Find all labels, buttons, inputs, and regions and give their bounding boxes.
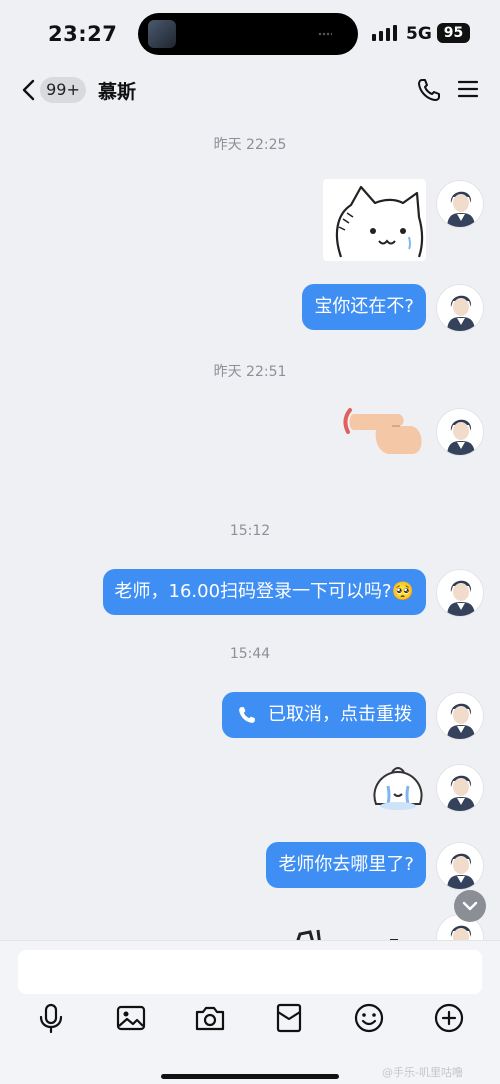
microphone-icon[interactable] — [34, 1001, 68, 1035]
timestamp: 昨天 22:51 — [213, 364, 287, 380]
unread-count-badge[interactable]: 99+ — [40, 77, 86, 103]
my-avatar[interactable] — [436, 569, 484, 617]
my-avatar[interactable] — [436, 764, 484, 812]
message-bubble[interactable]: 老师，16.00扫码登录一下可以吗?🥺 — [102, 569, 426, 615]
island-indicator — [318, 31, 332, 37]
network-type: 5G — [406, 24, 432, 44]
phone-icon — [239, 707, 255, 723]
image-icon[interactable] — [114, 1001, 148, 1035]
timestamp: 昨天 22:25 — [213, 137, 287, 153]
red-packet-icon[interactable] — [272, 1001, 306, 1035]
avatar-portrait-icon — [447, 419, 475, 455]
phone-icon[interactable] — [415, 76, 443, 104]
my-avatar[interactable] — [436, 180, 484, 228]
plus-icon[interactable] — [432, 1001, 466, 1035]
contact-name[interactable]: 慕斯 — [98, 77, 136, 104]
home-indicator[interactable] — [161, 1074, 339, 1079]
message-bubble[interactable]: 宝你还在不? — [302, 284, 426, 330]
call-status-text: 已取消，点击重拨 — [268, 704, 412, 725]
cat-sticker[interactable] — [323, 179, 426, 261]
partial-sticker[interactable] — [290, 922, 410, 940]
avatar-portrait-icon — [447, 580, 475, 616]
call-record-bubble[interactable]: 已取消，点击重拨 — [222, 692, 426, 738]
input-toolbar — [0, 1001, 500, 1041]
my-avatar[interactable] — [436, 408, 484, 456]
status-bar: 23:27 5G 95 — [0, 0, 500, 66]
menu-icon[interactable] — [457, 78, 479, 100]
message-bubble[interactable]: 老师你去哪里了? — [266, 842, 426, 888]
avatar-portrait-icon — [447, 703, 475, 739]
input-area: @手乐-叽里咕噜 — [0, 940, 500, 1084]
crying-bun-sticker[interactable] — [370, 764, 426, 812]
avatar-portrait-icon — [447, 853, 475, 889]
my-avatar[interactable] — [436, 692, 484, 740]
now-playing-thumbnail — [148, 20, 176, 48]
chat-header: 99+ 慕斯 — [0, 66, 500, 114]
pointing-finger-sticker[interactable] — [340, 404, 426, 456]
avatar-portrait-icon — [447, 775, 475, 811]
back-chevron-icon[interactable] — [18, 78, 42, 102]
timestamp: 15:12 — [229, 523, 271, 539]
chat-message-list[interactable]: 昨天 22:25 宝你还在不? 昨天 22:51 15:12 老师，16.00扫… — [0, 114, 500, 940]
message-input[interactable] — [18, 950, 482, 994]
watermark: @手乐-叽里咕噜 — [382, 1066, 463, 1079]
avatar-portrait-icon — [447, 191, 475, 227]
emoji-icon[interactable] — [352, 1001, 386, 1035]
status-time: 23:27 — [48, 22, 118, 46]
signal-strength-icon — [372, 25, 397, 41]
my-avatar[interactable] — [436, 284, 484, 332]
scroll-to-bottom-button[interactable] — [454, 890, 486, 922]
avatar-portrait-icon — [447, 295, 475, 331]
battery-icon: 95 — [437, 23, 470, 43]
timestamp: 15:44 — [229, 646, 271, 662]
chevron-down-icon — [462, 901, 478, 911]
my-avatar[interactable] — [436, 842, 484, 890]
camera-icon[interactable] — [193, 1001, 227, 1035]
dynamic-island — [138, 13, 358, 55]
